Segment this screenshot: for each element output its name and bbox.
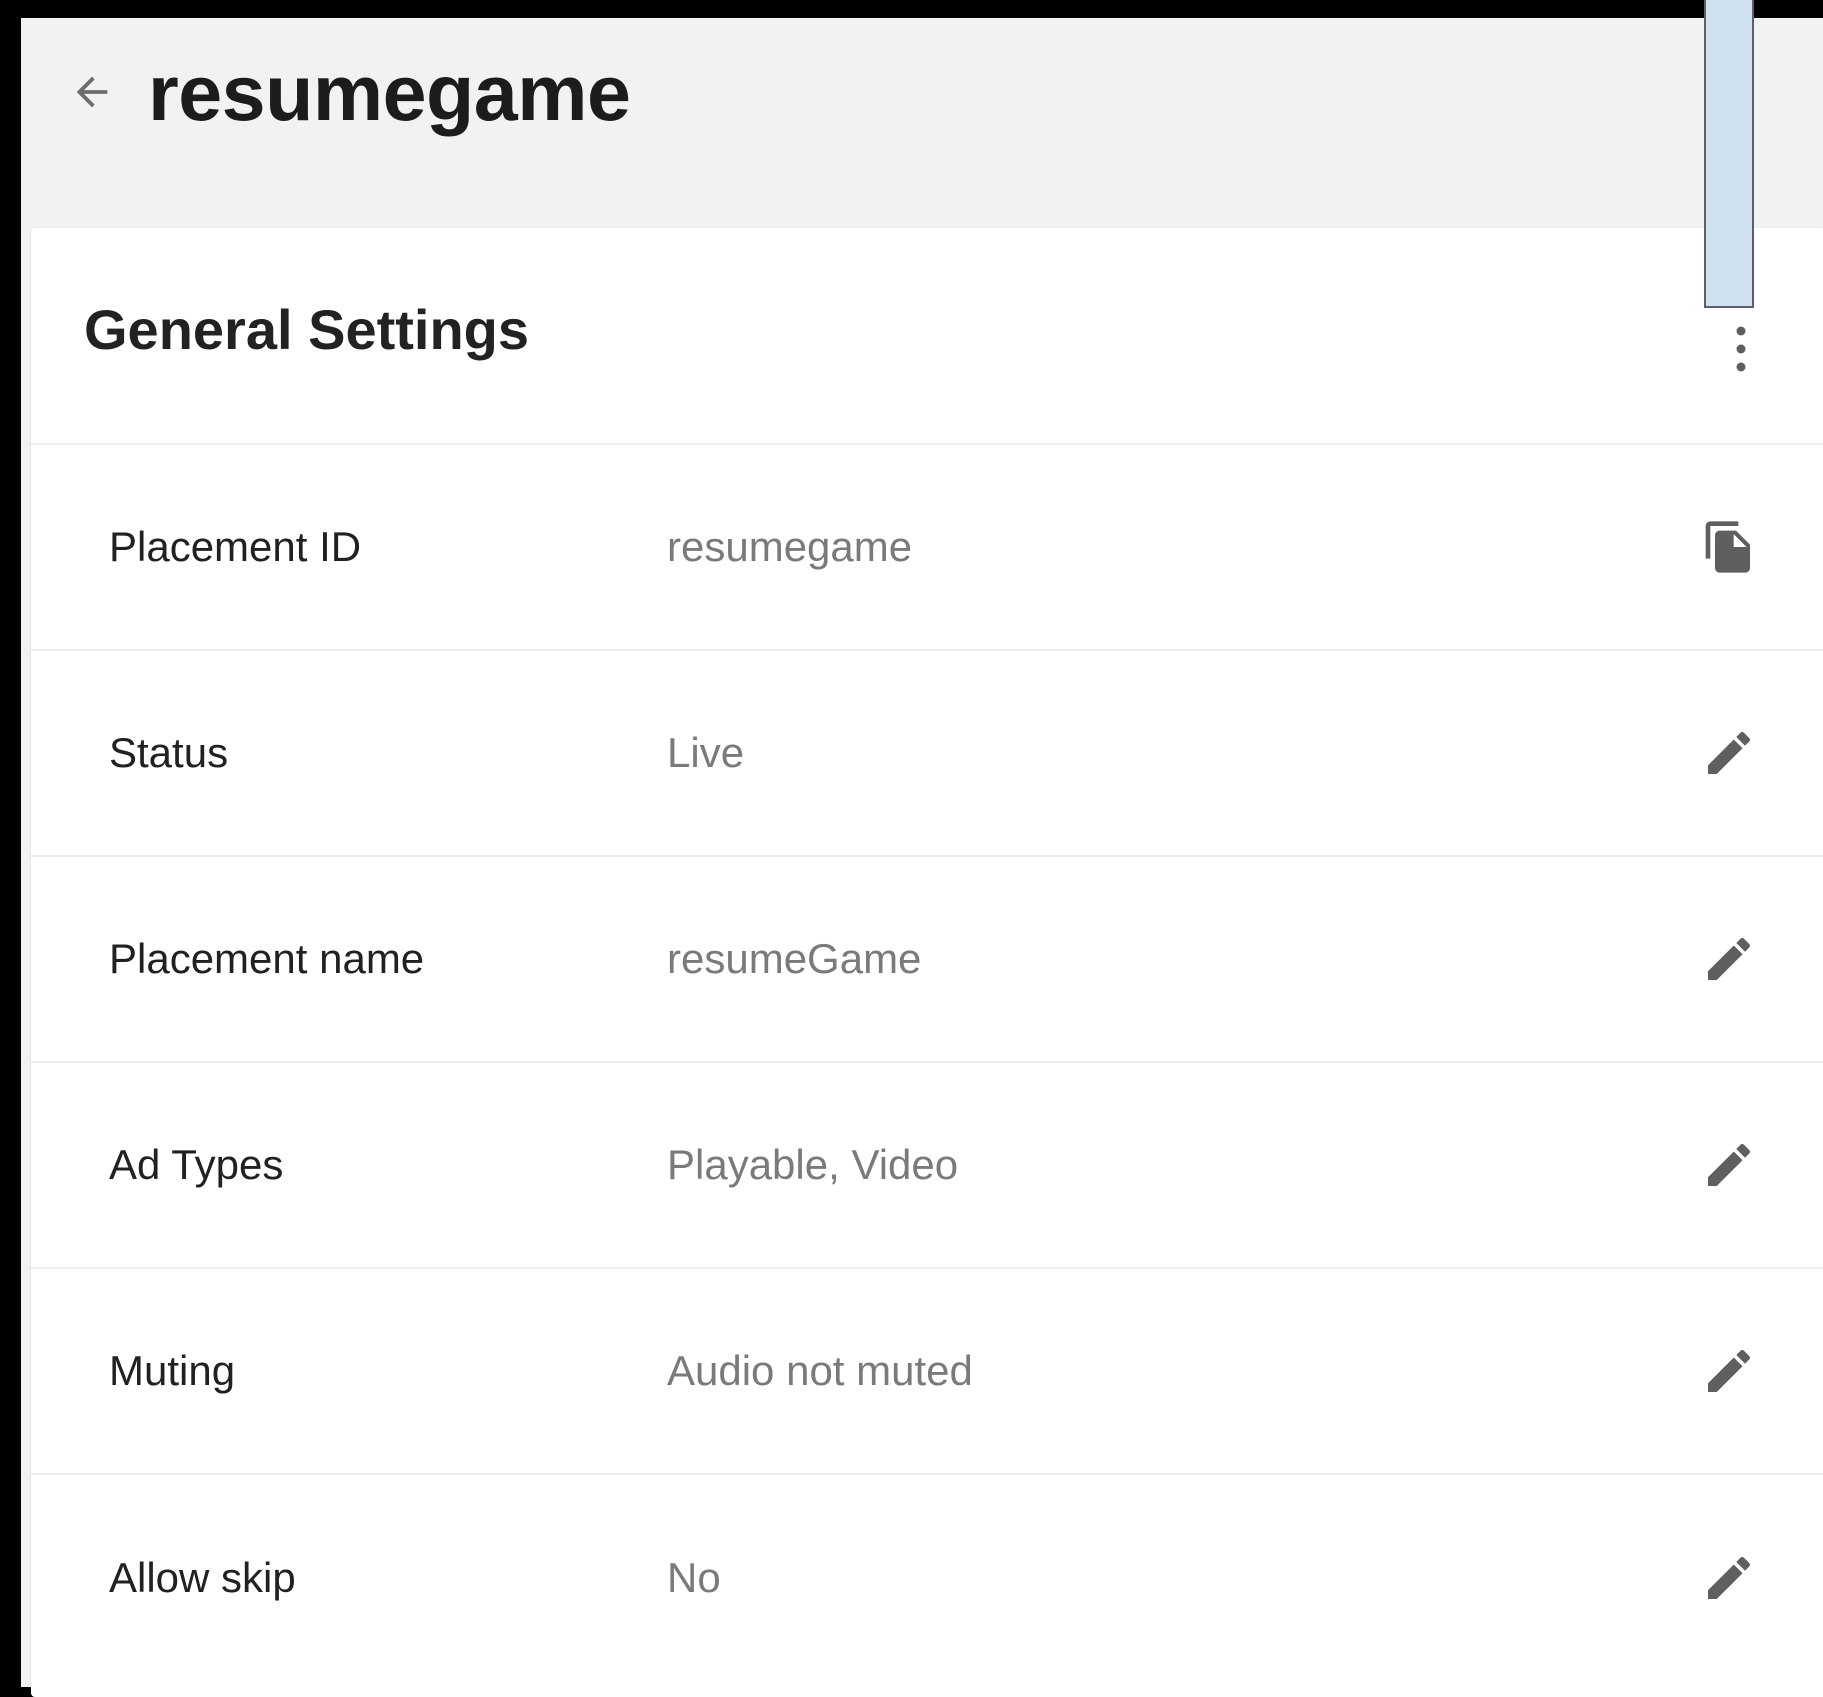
page-header: resumegame (21, 18, 1823, 208)
edit-icon (1708, 1143, 1751, 1186)
row-value: Live (667, 729, 745, 776)
edit-button[interactable] (1701, 1343, 1757, 1399)
settings-row-allow-skip: Allow skip No (31, 1475, 1823, 1681)
settings-row-ad-types: Ad Types Playable, Video (31, 1063, 1823, 1269)
edit-icon (1708, 1556, 1751, 1599)
edit-button[interactable] (1701, 1137, 1757, 1193)
back-button[interactable] (69, 69, 115, 115)
general-settings-card: General Settings Placement ID resumegame (31, 228, 1823, 1697)
page-title: resumegame (148, 48, 631, 137)
row-value: Audio not muted (667, 1347, 973, 1394)
settings-row-placement-name: Placement name resumeGame (31, 857, 1823, 1063)
edit-icon (1708, 731, 1751, 774)
copy-button[interactable] (1701, 519, 1757, 575)
row-label: Placement name (109, 935, 425, 982)
row-value: No (667, 1554, 721, 1601)
more-vert-icon (1736, 326, 1746, 372)
row-value: Playable, Video (667, 1141, 959, 1188)
card-title: General Settings (84, 298, 530, 361)
edit-button[interactable] (1701, 931, 1757, 987)
scrollbar-handle[interactable] (1704, 0, 1754, 308)
row-value: resumegame (667, 523, 913, 570)
settings-row-muting: Muting Audio not muted (31, 1269, 1823, 1475)
row-label: Ad Types (109, 1141, 284, 1188)
row-label: Muting (109, 1347, 236, 1394)
edit-icon (1708, 937, 1751, 980)
settings-list: Placement ID resumegame Status Live Plac… (31, 445, 1823, 1681)
app-screen: resumegame General Settings Placement ID… (21, 0, 1823, 1697)
row-label: Placement ID (109, 523, 362, 570)
arrow-back-icon (76, 76, 108, 108)
edit-button[interactable] (1701, 1550, 1757, 1606)
edit-icon (1708, 1349, 1751, 1392)
row-value: resumeGame (667, 935, 922, 982)
settings-row-status: Status Live (31, 651, 1823, 857)
copy-icon (1705, 521, 1750, 573)
more-options-button[interactable] (1721, 323, 1761, 375)
settings-row-placement-id: Placement ID resumegame (31, 445, 1823, 651)
row-label: Status (109, 729, 229, 776)
edit-button[interactable] (1701, 725, 1757, 781)
card-header: General Settings (31, 228, 1823, 445)
row-label: Allow skip (109, 1554, 296, 1601)
